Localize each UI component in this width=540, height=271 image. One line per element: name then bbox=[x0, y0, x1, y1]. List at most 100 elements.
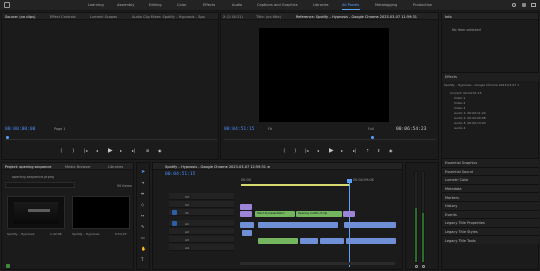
tab-media-browser[interactable]: Media Browser bbox=[65, 165, 91, 169]
workspace-tab-metalogging[interactable]: Metalogging bbox=[375, 3, 397, 7]
play-icon[interactable]: ▶ bbox=[329, 147, 334, 154]
go-to-out-icon[interactable]: ▸| bbox=[353, 148, 356, 153]
tab-x[interactable]: X (1:18:31) bbox=[223, 15, 243, 19]
source-patch-v1[interactable] bbox=[172, 210, 177, 215]
info-line: Audio 1: 00:00:11:24 bbox=[454, 111, 486, 115]
program-scrub-bar[interactable] bbox=[224, 139, 436, 140]
tab-program[interactable]: Reference: Spotify – Hypnosis - Google C… bbox=[296, 15, 417, 19]
panel-row-events[interactable]: Events bbox=[442, 209, 539, 219]
work-area-bar[interactable] bbox=[241, 184, 349, 186]
workspace-tab-editing[interactable]: Editing bbox=[149, 3, 162, 7]
source-scrub-bar[interactable] bbox=[5, 139, 217, 140]
project-thumbnail[interactable] bbox=[72, 196, 130, 229]
project-thumbnail[interactable] bbox=[7, 196, 65, 229]
tab-project[interactable]: Project: opening sequence bbox=[5, 165, 51, 169]
home-icon[interactable] bbox=[4, 2, 10, 8]
go-to-in-icon[interactable]: |◂ bbox=[305, 148, 308, 153]
step-forward-icon[interactable]: ▸ bbox=[120, 148, 122, 153]
play-icon[interactable]: ▶ bbox=[108, 147, 113, 154]
timeline-timecode[interactable]: 00:04:51:15 bbox=[165, 172, 195, 177]
step-back-icon[interactable]: ◂ bbox=[317, 148, 319, 153]
step-forward-icon[interactable]: ▸ bbox=[341, 148, 343, 153]
step-back-icon[interactable]: ◂ bbox=[96, 148, 98, 153]
timeline-clip[interactable] bbox=[242, 230, 252, 236]
timeline-clip[interactable] bbox=[320, 238, 344, 244]
tab-libraries[interactable]: Libraries bbox=[108, 165, 123, 169]
program-video-frame[interactable] bbox=[259, 28, 389, 122]
timeline-clip[interactable] bbox=[346, 238, 396, 244]
panel-row-legacy-title-properties[interactable]: Legacy Title Properties bbox=[442, 218, 539, 227]
solo-icon[interactable] bbox=[415, 265, 418, 268]
timeline-clip[interactable] bbox=[344, 222, 396, 228]
timeline-clip[interactable]: Opening credits of clip bbox=[296, 211, 342, 217]
search-icon[interactable] bbox=[512, 3, 516, 7]
workspace-tab-production[interactable]: Production bbox=[413, 3, 432, 7]
insert-icon[interactable]: ⊞ bbox=[146, 148, 149, 153]
fullscreen-icon[interactable] bbox=[531, 3, 536, 7]
project-search-input[interactable] bbox=[5, 182, 75, 188]
pen-tool-icon[interactable]: ✎ bbox=[141, 224, 144, 229]
mark-in-icon[interactable]: { bbox=[283, 148, 286, 153]
tab-audio-clip-mixer[interactable]: Audio Clip Mixer: Spotify – Hypnosis - S… bbox=[132, 15, 205, 19]
razor-tool-icon[interactable]: ◇ bbox=[141, 202, 144, 207]
tab-source[interactable]: Source: (no clips) bbox=[5, 15, 35, 19]
workspace-tab-libraries[interactable]: Libraries bbox=[313, 3, 329, 7]
panel-row-markers[interactable]: Markers bbox=[442, 192, 539, 201]
workspace-tab-audio[interactable]: Audio bbox=[232, 3, 242, 7]
tab-info[interactable]: Info bbox=[445, 15, 452, 19]
lift-icon[interactable]: ⇡ bbox=[366, 148, 369, 153]
hand-tool-icon[interactable]: ✋ bbox=[141, 246, 146, 251]
track-select-tool-icon[interactable]: ⇥ bbox=[141, 180, 144, 185]
mark-in-icon[interactable]: { bbox=[60, 148, 63, 153]
source-patch-a1[interactable] bbox=[172, 221, 177, 226]
rectangle-tool-icon[interactable]: ▭ bbox=[141, 235, 145, 240]
ripple-edit-tool-icon[interactable]: ⇹ bbox=[141, 191, 144, 196]
workspace-tab-captions[interactable]: Captions and Graphics bbox=[257, 3, 298, 7]
panel-row-essential-sound[interactable]: Essential Sound bbox=[442, 166, 539, 176]
type-tool-icon[interactable]: T bbox=[141, 257, 143, 262]
timeline-clip[interactable]: Hand Dj presentation bbox=[255, 211, 295, 217]
go-to-out-icon[interactable]: ▸| bbox=[132, 148, 135, 153]
panel-row-effects[interactable]: Effects bbox=[442, 72, 539, 81]
edit-icon[interactable] bbox=[6, 264, 10, 268]
mark-out-icon[interactable]: } bbox=[72, 148, 75, 153]
panel-row-lumetri-color[interactable]: Lumetri Color bbox=[442, 175, 539, 184]
timeline-clip[interactable] bbox=[343, 211, 355, 217]
panel-row-essential-graphics[interactable]: Essential Graphics bbox=[442, 158, 539, 167]
playhead-handle[interactable] bbox=[347, 179, 352, 183]
workspace-tab-effects[interactable]: Effects bbox=[203, 3, 215, 7]
timeline-clip[interactable] bbox=[300, 238, 318, 244]
panel-row-legacy-title-styles[interactable]: Legacy Title Styles bbox=[442, 226, 539, 236]
fit-select[interactable]: Fit bbox=[268, 127, 272, 131]
tab-title[interactable]: Title: (no title) bbox=[256, 15, 281, 19]
go-to-in-icon[interactable]: |◂ bbox=[84, 148, 87, 153]
panel-row-legacy-title-tools[interactable]: Legacy Title Tools bbox=[442, 235, 539, 244]
selection-tool-icon[interactable]: ➤ bbox=[141, 169, 145, 175]
timeline-scrollbar[interactable] bbox=[240, 262, 395, 265]
panel-row-metadata[interactable]: Metadata bbox=[442, 183, 539, 193]
source-page-select[interactable]: Page 1 bbox=[54, 127, 65, 131]
workspace-tab-assembly[interactable]: Assembly bbox=[117, 3, 134, 7]
slip-tool-icon[interactable]: ↔ bbox=[141, 213, 144, 218]
source-timecode[interactable]: 00:00:00:00 bbox=[5, 127, 35, 132]
tab-lumetri-scopes[interactable]: Lumetri Scopes bbox=[90, 15, 117, 19]
timeline-clip[interactable] bbox=[258, 238, 298, 244]
tab-effect-controls[interactable]: Effect Controls bbox=[50, 15, 76, 19]
mark-out-icon[interactable]: } bbox=[294, 148, 297, 153]
timeline-clip[interactable] bbox=[240, 204, 252, 210]
camera-icon[interactable]: ◉ bbox=[158, 148, 162, 153]
program-timecode[interactable]: 00:04:51:15 bbox=[224, 127, 254, 132]
timeline-clip[interactable] bbox=[240, 211, 252, 217]
workspace-tab-learning[interactable]: Learning bbox=[88, 3, 104, 7]
workspace-tab-all-panels[interactable]: All Panels bbox=[342, 3, 359, 7]
tab-timeline-sequence[interactable]: Spotify – Hypnosis - Google Chrome 2023-… bbox=[165, 165, 270, 169]
timeline-clip[interactable] bbox=[258, 222, 338, 228]
timeline-clip[interactable] bbox=[240, 222, 254, 228]
camera-icon[interactable]: ◉ bbox=[389, 148, 393, 153]
solo-icon[interactable] bbox=[422, 265, 425, 268]
panel-row-history[interactable]: History bbox=[442, 201, 539, 210]
extract-icon[interactable]: ⇞ bbox=[377, 148, 380, 153]
workspace-tab-color[interactable]: Color bbox=[177, 3, 186, 7]
notifications-icon[interactable] bbox=[522, 3, 526, 7]
resolution-select[interactable]: Full bbox=[368, 127, 374, 131]
